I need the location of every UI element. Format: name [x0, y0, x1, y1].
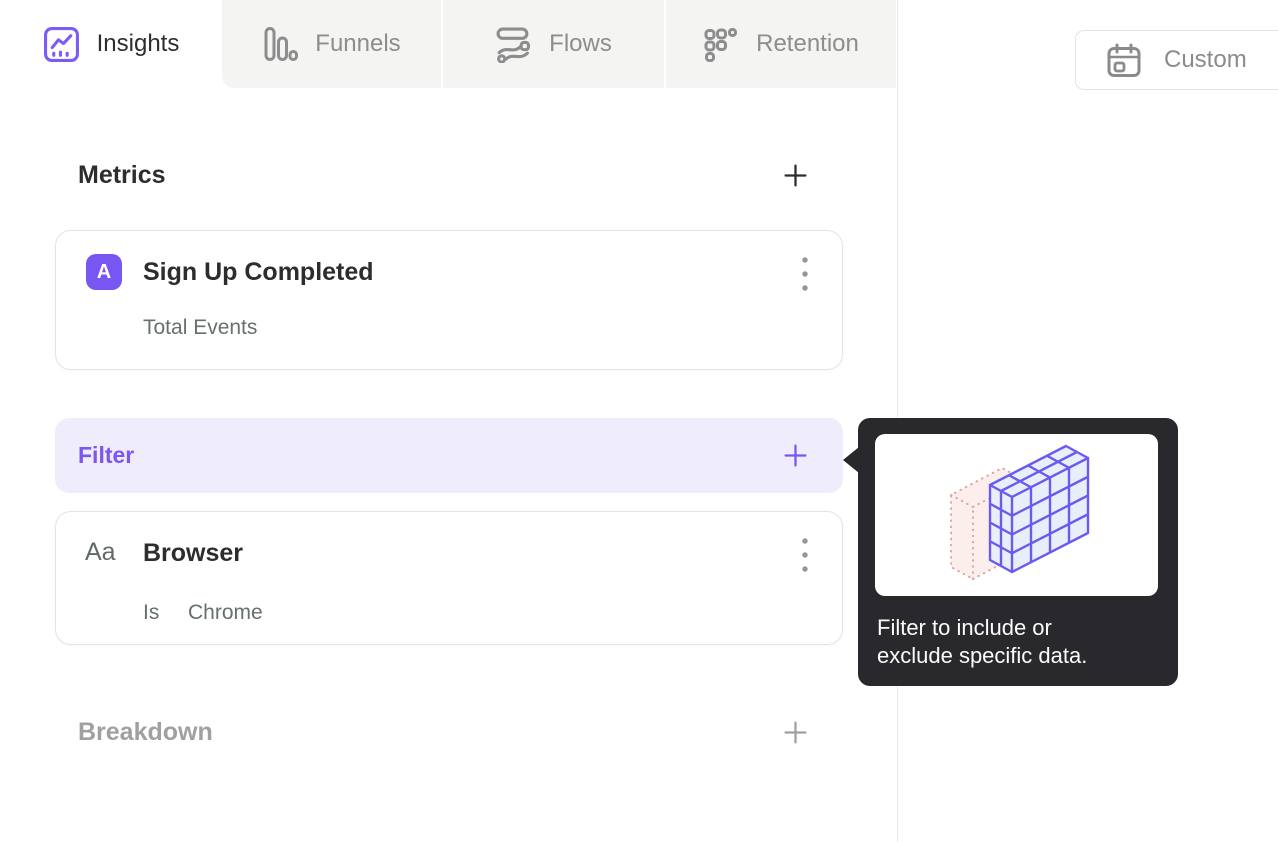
- flow-stream-icon: [495, 26, 532, 63]
- date-range-custom-button[interactable]: Custom: [1075, 30, 1278, 90]
- tooltip-text-line2: exclude specific data.: [877, 643, 1088, 668]
- tab-flows-label: Flows: [549, 30, 612, 57]
- metric-card[interactable]: A Sign Up Completed Total Events: [55, 230, 843, 370]
- breakdown-title: Breakdown: [78, 717, 213, 746]
- dot-grid-icon: [703, 26, 739, 63]
- metric-menu-button[interactable]: [801, 255, 809, 293]
- isometric-cube-filter-illustration: [875, 434, 1158, 596]
- string-property-icon: Aa: [85, 538, 116, 566]
- tab-insights[interactable]: Insights: [0, 0, 222, 88]
- calendar-icon: [1106, 42, 1142, 79]
- insights-report-builder: Insights Funnels Flows Retention Custom …: [0, 0, 1278, 842]
- filter-property-name: Browser: [143, 539, 244, 567]
- metric-aggregation[interactable]: Total Events: [143, 316, 257, 340]
- filter-operator[interactable]: Is: [143, 601, 159, 625]
- line-chart-icon: [43, 26, 80, 63]
- tooltip-text-line1: Filter to include or: [877, 615, 1052, 640]
- tab-retention[interactable]: Retention: [666, 0, 896, 88]
- tab-retention-label: Retention: [756, 30, 859, 57]
- tab-insights-label: Insights: [96, 30, 180, 57]
- metrics-section-header: Metrics: [55, 155, 843, 195]
- breakdown-section-header: Breakdown: [55, 712, 843, 752]
- filter-title: Filter: [78, 442, 135, 468]
- tab-flows[interactable]: Flows: [443, 0, 664, 88]
- custom-button-label: Custom: [1164, 46, 1247, 73]
- metric-event-name: Sign Up Completed: [143, 258, 374, 286]
- add-filter-button[interactable]: [783, 443, 808, 468]
- add-metric-button[interactable]: [783, 163, 808, 188]
- bar-chart-icon: [262, 26, 299, 62]
- filter-card[interactable]: Aa Browser Is Chrome: [55, 511, 843, 645]
- metric-series-badge: A: [86, 254, 122, 290]
- filter-value[interactable]: Chrome: [188, 601, 263, 625]
- filter-section-row[interactable]: Filter: [55, 418, 843, 493]
- filter-menu-button[interactable]: [801, 536, 809, 574]
- add-breakdown-button[interactable]: [783, 720, 808, 745]
- tooltip-arrow: [843, 447, 859, 473]
- tab-funnels[interactable]: Funnels: [222, 0, 441, 88]
- metrics-title: Metrics: [78, 160, 166, 189]
- tooltip-text: Filter to include or exclude specific da…: [877, 614, 1162, 670]
- tab-funnels-label: Funnels: [315, 30, 401, 57]
- report-type-tabbar: Insights Funnels Flows Retention: [0, 0, 896, 88]
- filter-tooltip: Filter to include or exclude specific da…: [843, 418, 1178, 686]
